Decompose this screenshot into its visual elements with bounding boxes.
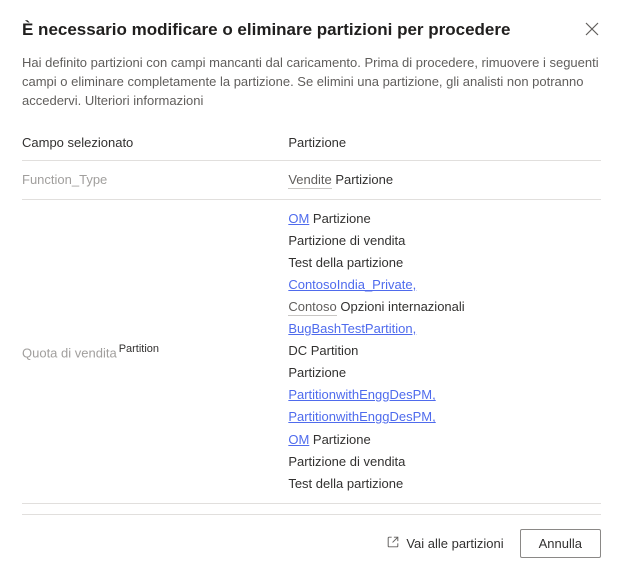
cancel-label: Annulla xyxy=(539,536,582,551)
campo-suffix: Partition xyxy=(119,343,159,355)
partition-item: Vendite Partizione xyxy=(288,169,597,191)
partition-item: Partizione xyxy=(288,362,597,384)
dialog: È necessario modificare o eliminare part… xyxy=(0,0,623,576)
partition-table: Campo selezionato Partizione Function_Ty… xyxy=(22,127,601,504)
table-row: Quota di venditaPartitionOM PartizionePa… xyxy=(22,199,601,503)
partizione-cell: Vendite Partizione xyxy=(288,160,601,199)
partizione-cell: OM PartizionePartizione di venditaTest d… xyxy=(288,199,601,503)
partition-item: Test della partizione xyxy=(288,473,597,495)
partition-item[interactable]: PartitionwithEnggDesPM, xyxy=(288,384,597,406)
col-header-campo: Campo selezionato xyxy=(22,127,288,161)
dialog-title: È necessario modificare o eliminare part… xyxy=(22,20,510,40)
partition-item: DC Partition xyxy=(288,340,597,362)
close-button[interactable] xyxy=(583,20,601,38)
go-to-partitions-link[interactable]: Vai alle partizioni xyxy=(386,535,503,552)
dialog-description: Hai definito partizioni con campi mancan… xyxy=(22,54,601,111)
cancel-button[interactable]: Annulla xyxy=(520,529,601,558)
partition-item[interactable]: BugBashTestPartition, xyxy=(288,318,597,340)
campo-cell: Function_Type xyxy=(22,160,288,199)
table-row: Function_TypeVendite Partizione xyxy=(22,160,601,199)
partition-item: Partizione di vendita xyxy=(288,451,597,473)
go-to-partitions-label: Vai alle partizioni xyxy=(406,536,503,551)
partition-item: Contoso Opzioni internazionali xyxy=(288,296,597,318)
partition-item[interactable]: ContosoIndia_Private, xyxy=(288,274,597,296)
partition-item[interactable]: OM Partizione xyxy=(288,208,597,230)
partition-item: Partizione di vendita xyxy=(288,230,597,252)
partition-table-scroll[interactable]: Campo selezionato Partizione Function_Ty… xyxy=(22,127,601,515)
dialog-footer: Vai alle partizioni Annulla xyxy=(22,515,601,558)
open-external-icon xyxy=(386,535,400,552)
campo-cell: Quota di venditaPartition xyxy=(22,199,288,503)
col-header-partizione: Partizione xyxy=(288,127,601,161)
partition-item[interactable]: OM Partizione xyxy=(288,429,597,451)
partition-item[interactable]: PartitionwithEnggDesPM, xyxy=(288,406,597,428)
dialog-header: È necessario modificare o eliminare part… xyxy=(22,20,601,54)
close-icon xyxy=(585,22,599,36)
partition-item: Test della partizione xyxy=(288,252,597,274)
